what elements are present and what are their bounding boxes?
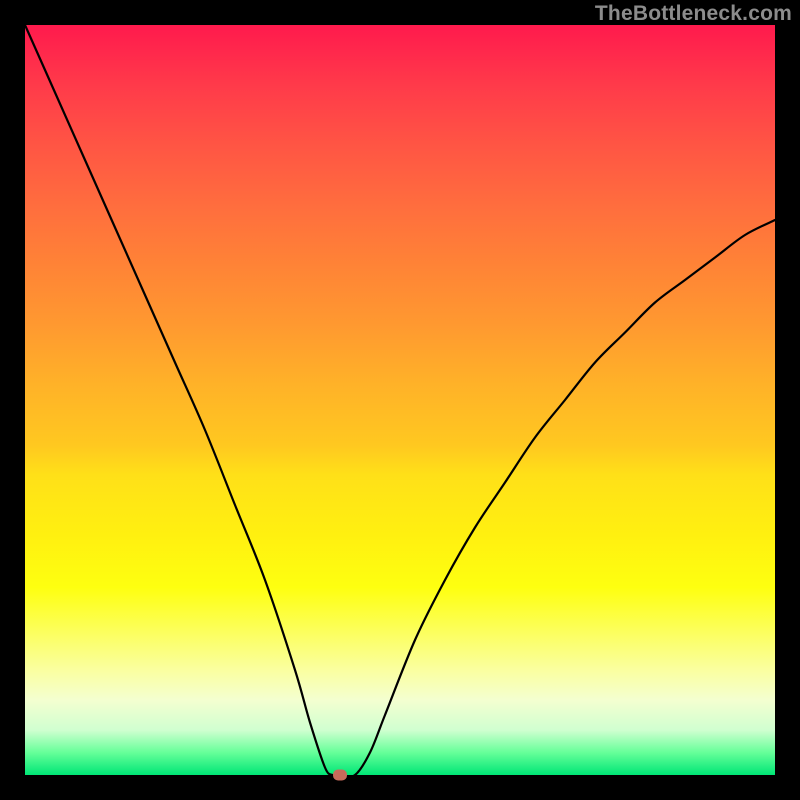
watermark-text: TheBottleneck.com — [595, 2, 792, 26]
optimal-point-marker — [333, 770, 347, 781]
plot-area — [25, 25, 775, 775]
chart-frame: TheBottleneck.com — [0, 0, 800, 800]
curve-svg — [25, 25, 775, 775]
bottleneck-curve — [25, 25, 775, 775]
